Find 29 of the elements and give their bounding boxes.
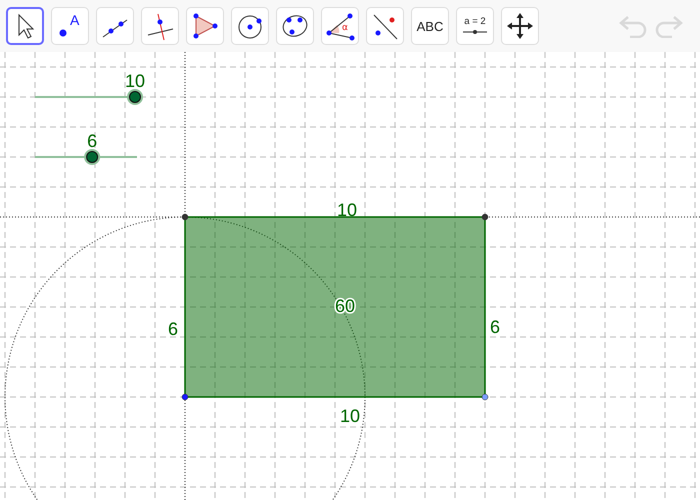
point[interactable] — [182, 394, 188, 400]
side-label: 10 — [340, 406, 360, 426]
ellipse-icon — [282, 15, 308, 37]
circle-icon — [238, 16, 262, 38]
line-through-points-icon — [102, 20, 128, 38]
reflection-icon — [374, 14, 398, 40]
tool-button[interactable]: A — [51, 7, 89, 45]
tool-button[interactable] — [6, 7, 44, 45]
slider-value: 6 — [87, 130, 98, 151]
point[interactable] — [182, 214, 188, 220]
point[interactable] — [482, 394, 488, 400]
side-label: 6 — [490, 316, 500, 337]
slider-thumb[interactable] — [127, 89, 143, 105]
triangle-icon — [194, 14, 218, 38]
move-arrows-icon — [507, 13, 533, 39]
area-label: 60 — [334, 296, 356, 316]
text-icon: ABC — [416, 19, 444, 34]
slider-track[interactable] — [35, 149, 137, 165]
side-label: 10 — [336, 200, 358, 220]
tool-button[interactable]: a = 2 — [456, 7, 494, 45]
slider-thumb[interactable] — [84, 149, 100, 165]
cursor-arrow-icon — [18, 14, 34, 39]
side-label: 6 — [168, 318, 178, 339]
tool-button[interactable]: ABC — [411, 7, 449, 45]
perpendicular-line-icon — [148, 14, 174, 40]
tool-button[interactable]: α — [321, 7, 359, 45]
point[interactable] — [482, 214, 488, 220]
slider-value: 10 — [124, 70, 146, 91]
slider-track[interactable] — [35, 89, 143, 105]
